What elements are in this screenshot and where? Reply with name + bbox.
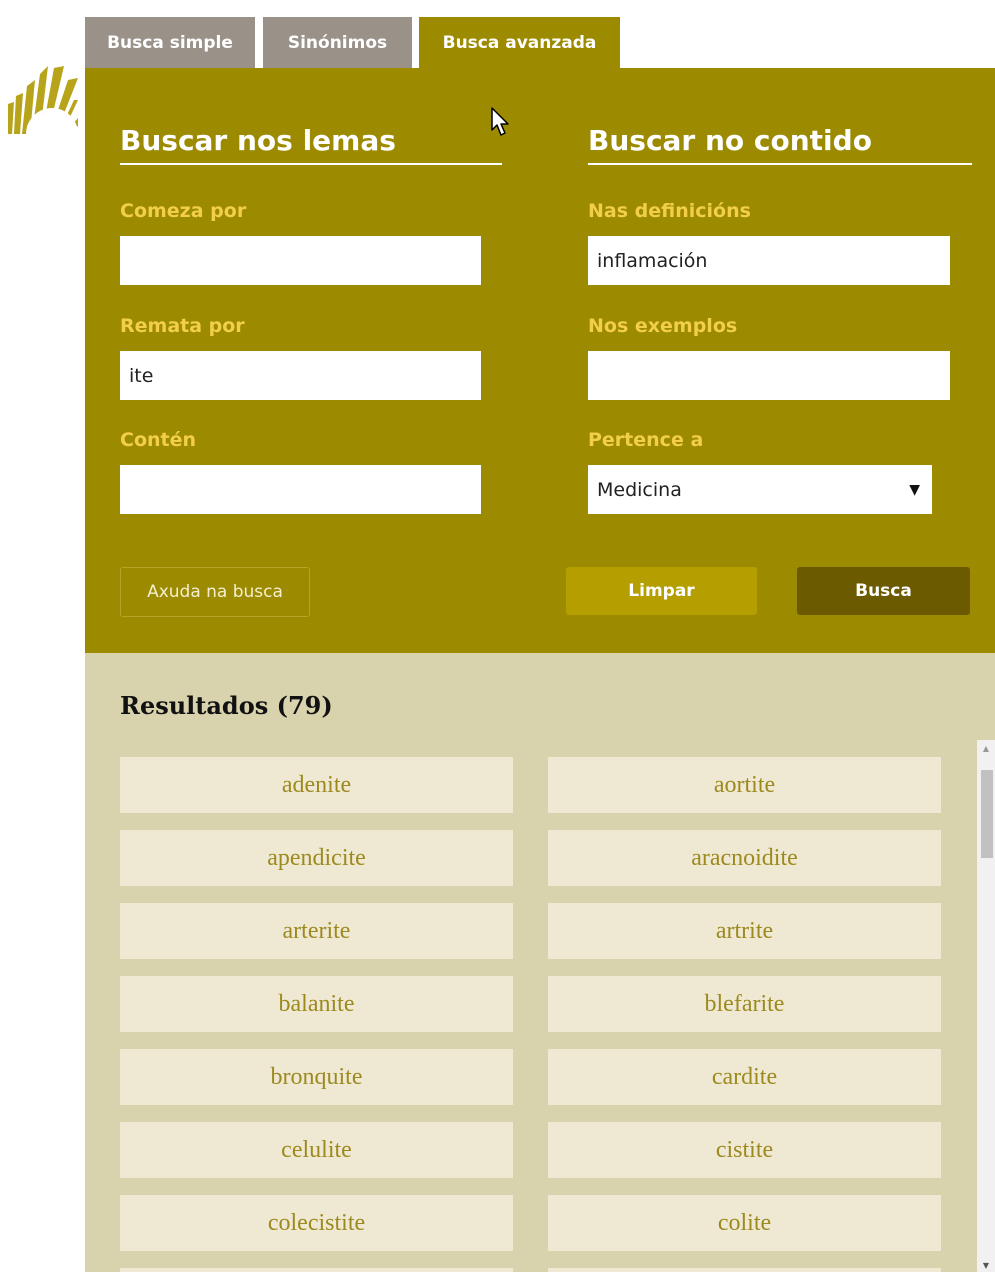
definitions-input[interactable] [588,236,950,285]
examples-input[interactable] [588,351,950,400]
result-item[interactable]: artrite [548,903,941,959]
clear-button[interactable]: Limpar [566,567,757,615]
starts-with-input[interactable] [120,236,481,285]
result-item[interactable]: aracnoidite [548,830,941,886]
belongs-to-label: Pertence a [588,429,704,451]
result-item[interactable]: bronquite [120,1049,513,1105]
contains-input[interactable] [120,465,481,514]
result-item[interactable]: celulite [120,1122,513,1178]
examples-label: Nos exemplos [588,315,738,337]
search-help-button[interactable]: Axuda na busca [120,567,310,617]
scrollbar-thumb[interactable] [981,770,993,858]
result-item-partial[interactable] [120,1268,513,1272]
content-section-title: Buscar no contido [588,124,972,165]
result-item[interactable]: aortite [548,757,941,813]
result-item[interactable]: balanite [120,976,513,1032]
result-item-partial[interactable] [548,1268,941,1272]
starts-with-label: Comeza por [120,200,247,222]
mouse-pointer-icon [491,107,509,136]
belongs-to-select[interactable]: Medicina ▼ [588,465,932,514]
search-button[interactable]: Busca [797,567,970,615]
result-item[interactable]: colecistite [120,1195,513,1251]
definitions-label: Nas definicións [588,200,751,222]
result-item[interactable]: adenite [120,757,513,813]
ends-with-label: Remata por [120,315,245,337]
results-scrollbar[interactable]: ▲ ▼ [977,740,995,1272]
tab-busca-simple[interactable]: Busca simple [85,17,255,68]
results-section: Resultados (79) adenite aortite apendici… [85,653,995,1272]
scroll-down-arrow-icon[interactable]: ▼ [977,1261,995,1270]
results-title: Resultados (79) [120,691,333,720]
tab-busca-avanzada[interactable]: Busca avanzada [419,17,620,68]
scroll-up-arrow-icon[interactable]: ▲ [977,744,995,753]
belongs-to-selected-value: Medicina [597,478,682,501]
result-item[interactable]: cardite [548,1049,941,1105]
sunburst-logo-icon [8,66,78,134]
result-item[interactable]: cistite [548,1122,941,1178]
result-item[interactable]: colite [548,1195,941,1251]
dropdown-arrow-icon: ▼ [909,481,920,498]
contains-label: Contén [120,429,197,451]
tab-sinonimos[interactable]: Sinónimos [263,17,412,68]
result-item[interactable]: arterite [120,903,513,959]
lemmas-section-title: Buscar nos lemas [120,124,502,165]
result-item[interactable]: apendicite [120,830,513,886]
ends-with-input[interactable] [120,351,481,400]
result-item[interactable]: blefarite [548,976,941,1032]
